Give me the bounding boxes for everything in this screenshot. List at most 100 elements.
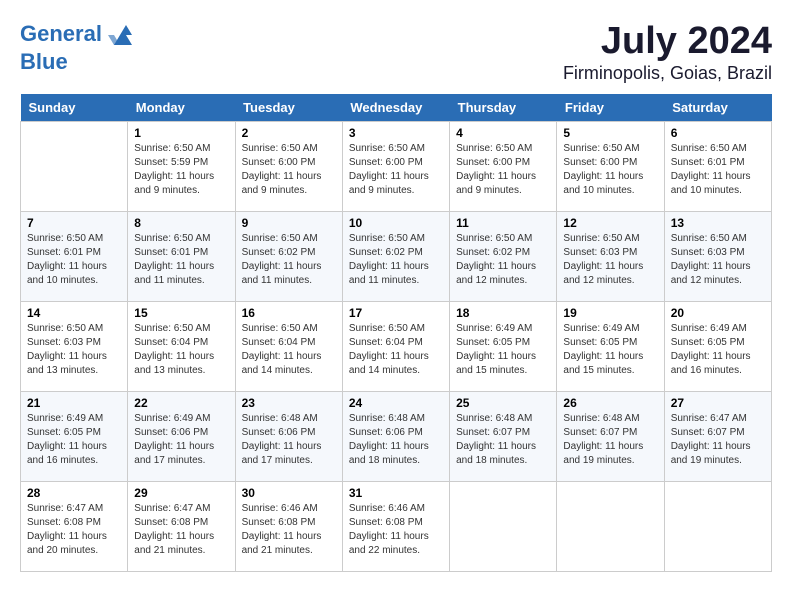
day-number: 21 [27,396,121,410]
header-row: SundayMondayTuesdayWednesdayThursdayFrid… [21,94,772,122]
header-day-friday: Friday [557,94,664,122]
header-day-thursday: Thursday [450,94,557,122]
day-number: 27 [671,396,765,410]
main-title: July 2024 [563,20,772,63]
calendar-cell: 20 Sunrise: 6:49 AMSunset: 6:05 PMDayligh… [664,302,771,392]
calendar-cell: 12Sunrise: 6:50 AMSunset: 6:03 PMDayligh… [557,212,664,302]
day-number: 6 [671,126,765,140]
day-info: Sunrise: 6:50 AMSunset: 6:04 PMDaylight:… [134,322,228,378]
calendar-cell: 29 Sunrise: 6:47 AMSunset: 6:08 PMDayligh… [128,482,235,572]
day-info: Sunrise: 6:50 AMSunset: 6:04 PMDaylight:… [242,322,336,378]
day-info: Sunrise: 6:47 AMSunset: 6:08 PMDaylight:… [27,502,121,558]
week-row-3: 14Sunrise: 6:50 AMSunset: 6:03 PMDayligh… [21,302,772,392]
calendar-cell: 23 Sunrise: 6:48 AMSunset: 6:06 PMDayligh… [235,392,342,482]
calendar-cell: 8 Sunrise: 6:50 AMSunset: 6:01 PMDaylight… [128,212,235,302]
calendar-cell: 11Sunrise: 6:50 AMSunset: 6:02 PMDayligh… [450,212,557,302]
calendar-cell: 18Sunrise: 6:49 AMSunset: 6:05 PMDayligh… [450,302,557,392]
day-number: 13 [671,216,765,230]
day-info: Sunrise: 6:50 AMSunset: 6:01 PMDaylight:… [134,232,228,288]
week-row-5: 28 Sunrise: 6:47 AMSunset: 6:08 PMDayligh… [21,482,772,572]
header-day-monday: Monday [128,94,235,122]
day-info: Sunrise: 6:50 AMSunset: 6:00 PMDaylight:… [456,142,550,198]
day-info: Sunrise: 6:50 AMSunset: 6:00 PMDaylight:… [563,142,657,198]
calendar-cell: 5 Sunrise: 6:50 AMSunset: 6:00 PMDaylight… [557,122,664,212]
header-day-sunday: Sunday [21,94,128,122]
calendar-cell [450,482,557,572]
calendar-cell: 14Sunrise: 6:50 AMSunset: 6:03 PMDayligh… [21,302,128,392]
day-number: 30 [242,486,336,500]
calendar-cell: 16 Sunrise: 6:50 AMSunset: 6:04 PMDayligh… [235,302,342,392]
calendar-cell: 24 Sunrise: 6:48 AMSunset: 6:06 PMDayligh… [342,392,449,482]
day-number: 23 [242,396,336,410]
day-number: 24 [349,396,443,410]
title-section: July 2024 Firminopolis, Goias, Brazil [563,20,772,84]
header-day-saturday: Saturday [664,94,771,122]
day-number: 8 [134,216,228,230]
day-info: Sunrise: 6:48 AMSunset: 6:06 PMDaylight:… [349,412,443,468]
calendar-cell [557,482,664,572]
day-number: 5 [563,126,657,140]
day-info: Sunrise: 6:50 AMSunset: 6:02 PMDaylight:… [349,232,443,288]
day-number: 26 [563,396,657,410]
calendar-cell: 31 Sunrise: 6:46 AMSunset: 6:08 PMDayligh… [342,482,449,572]
calendar-cell: 21 Sunrise: 6:49 AMSunset: 6:05 PMDayligh… [21,392,128,482]
calendar-cell: 28 Sunrise: 6:47 AMSunset: 6:08 PMDayligh… [21,482,128,572]
week-row-2: 7 Sunrise: 6:50 AMSunset: 6:01 PMDaylight… [21,212,772,302]
calendar-cell: 19 Sunrise: 6:49 AMSunset: 6:05 PMDayligh… [557,302,664,392]
day-info: Sunrise: 6:50 AMSunset: 6:00 PMDaylight:… [242,142,336,198]
day-info: Sunrise: 6:49 AMSunset: 6:05 PMDaylight:… [27,412,121,468]
day-number: 15 [134,306,228,320]
day-info: Sunrise: 6:50 AMSunset: 6:02 PMDaylight:… [242,232,336,288]
day-number: 28 [27,486,121,500]
logo: General Blue [20,20,134,74]
day-number: 17 [349,306,443,320]
calendar-cell [664,482,771,572]
day-number: 20 [671,306,765,320]
day-info: Sunrise: 6:50 AMSunset: 6:01 PMDaylight:… [27,232,121,288]
day-number: 2 [242,126,336,140]
day-number: 25 [456,396,550,410]
calendar-cell: 22Sunrise: 6:49 AMSunset: 6:06 PMDayligh… [128,392,235,482]
day-info: Sunrise: 6:50 AMSunset: 6:01 PMDaylight:… [671,142,765,198]
calendar-cell [21,122,128,212]
day-number: 4 [456,126,550,140]
day-info: Sunrise: 6:49 AMSunset: 6:05 PMDaylight:… [671,322,765,378]
day-number: 22 [134,396,228,410]
day-info: Sunrise: 6:50 AMSunset: 6:00 PMDaylight:… [349,142,443,198]
day-info: Sunrise: 6:49 AMSunset: 6:05 PMDaylight:… [563,322,657,378]
calendar-cell: 13Sunrise: 6:50 AMSunset: 6:03 PMDayligh… [664,212,771,302]
day-info: Sunrise: 6:50 AMSunset: 6:04 PMDaylight:… [349,322,443,378]
calendar-cell: 30Sunrise: 6:46 AMSunset: 6:08 PMDayligh… [235,482,342,572]
day-info: Sunrise: 6:48 AMSunset: 6:06 PMDaylight:… [242,412,336,468]
calendar-cell: 25Sunrise: 6:48 AMSunset: 6:07 PMDayligh… [450,392,557,482]
day-number: 16 [242,306,336,320]
day-number: 1 [134,126,228,140]
day-info: Sunrise: 6:50 AMSunset: 6:03 PMDaylight:… [27,322,121,378]
day-number: 19 [563,306,657,320]
page-header: General Blue July 2024 Firminopolis, Goi… [20,20,772,84]
day-info: Sunrise: 6:49 AMSunset: 6:05 PMDaylight:… [456,322,550,378]
calendar-cell: 15 Sunrise: 6:50 AMSunset: 6:04 PMDayligh… [128,302,235,392]
logo-icon [104,20,134,50]
day-info: Sunrise: 6:50 AMSunset: 6:02 PMDaylight:… [456,232,550,288]
logo-blue-text: Blue [20,49,68,74]
day-number: 3 [349,126,443,140]
day-info: Sunrise: 6:47 AMSunset: 6:08 PMDaylight:… [134,502,228,558]
header-day-wednesday: Wednesday [342,94,449,122]
calendar-cell: 26Sunrise: 6:48 AMSunset: 6:07 PMDayligh… [557,392,664,482]
day-number: 29 [134,486,228,500]
calendar-header: SundayMondayTuesdayWednesdayThursdayFrid… [21,94,772,122]
week-row-1: 1 Sunrise: 6:50 AMSunset: 5:59 PMDaylight… [21,122,772,212]
subtitle: Firminopolis, Goias, Brazil [563,63,772,84]
day-number: 7 [27,216,121,230]
day-number: 31 [349,486,443,500]
calendar-body: 1 Sunrise: 6:50 AMSunset: 5:59 PMDaylight… [21,122,772,572]
day-info: Sunrise: 6:46 AMSunset: 6:08 PMDaylight:… [349,502,443,558]
day-info: Sunrise: 6:50 AMSunset: 5:59 PMDaylight:… [134,142,228,198]
calendar-cell: 4 Sunrise: 6:50 AMSunset: 6:00 PMDaylight… [450,122,557,212]
calendar-table: SundayMondayTuesdayWednesdayThursdayFrid… [20,94,772,572]
calendar-cell: 6 Sunrise: 6:50 AMSunset: 6:01 PMDaylight… [664,122,771,212]
day-number: 12 [563,216,657,230]
calendar-cell: 27Sunrise: 6:47 AMSunset: 6:07 PMDayligh… [664,392,771,482]
calendar-cell: 2 Sunrise: 6:50 AMSunset: 6:00 PMDaylight… [235,122,342,212]
